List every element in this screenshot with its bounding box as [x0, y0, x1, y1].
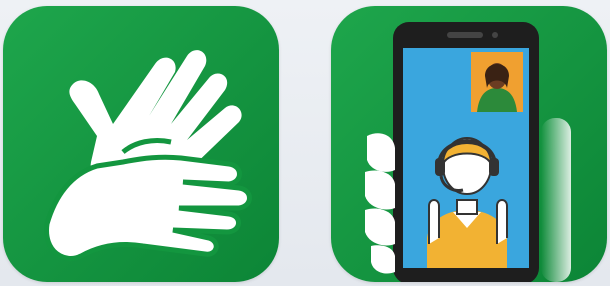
headset-earpiece-left — [435, 158, 445, 176]
sign-language-hands-icon — [3, 6, 279, 282]
video-relay-app-icon[interactable] — [331, 6, 607, 282]
sign-language-app-icon[interactable] — [3, 6, 279, 282]
phone-speaker — [447, 32, 483, 38]
video-relay-phone-icon — [331, 6, 607, 282]
operator-finger-left — [428, 199, 440, 244]
thumb-shine — [541, 118, 571, 282]
operator-neck — [456, 199, 478, 215]
headset-earpiece-right — [489, 158, 499, 176]
app-icons-canvas — [0, 0, 610, 286]
phone-camera — [492, 32, 498, 38]
operator-finger-right — [496, 199, 508, 244]
